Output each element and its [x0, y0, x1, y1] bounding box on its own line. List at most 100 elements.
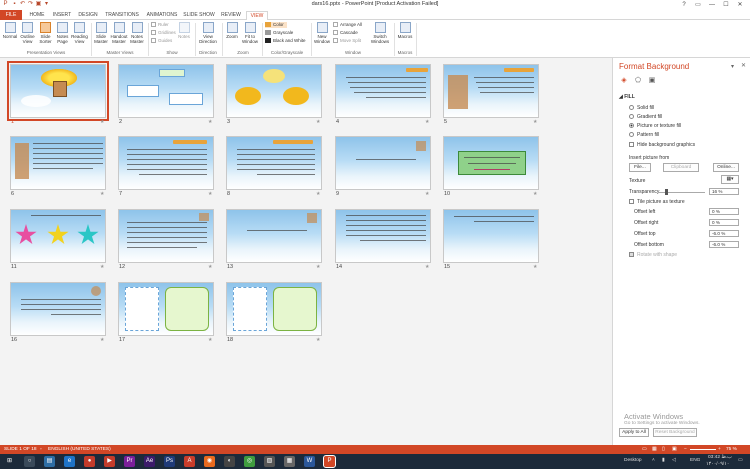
guides-checkbox[interactable]: Guides — [151, 38, 172, 44]
slide-thumbnail[interactable] — [443, 64, 539, 118]
picture-fill-radio[interactable]: Picture or texture fill — [629, 123, 681, 129]
ribbon-display-icon[interactable]: ▭ — [692, 0, 704, 10]
slide-thumbnail[interactable] — [226, 282, 322, 336]
macros-button[interactable]: Macros — [397, 22, 413, 39]
tab-slide-show[interactable]: SLIDE SHOW — [182, 11, 216, 20]
premiere-icon[interactable]: Pr — [124, 456, 135, 467]
slide-thumbnail[interactable] — [443, 136, 539, 190]
language-status[interactable]: ENGLISH (UNITED STATES) — [48, 445, 111, 454]
arrange-all-button[interactable]: Arrange All — [333, 22, 362, 28]
tab-review[interactable]: REVIEW — [218, 11, 244, 20]
normal-view-status-icon[interactable]: ▭ — [642, 445, 647, 454]
app-icon[interactable]: ▧ — [264, 456, 275, 467]
slide-thumbnail[interactable] — [335, 64, 431, 118]
rotate-with-shape-checkbox[interactable]: Rotate with shape — [629, 252, 677, 258]
color-mode-button[interactable]: Color — [265, 22, 287, 28]
language-indicator[interactable]: ENG — [690, 458, 700, 463]
transparency-input[interactable]: 16 % — [709, 188, 739, 195]
slide-thumbnail[interactable] — [118, 282, 214, 336]
picture-icon[interactable]: ▣ — [647, 76, 657, 85]
app-icon[interactable]: ◐ — [224, 456, 235, 467]
fill-section-header[interactable]: ◢ FILL — [619, 94, 635, 100]
after-effects-icon[interactable]: Ae — [144, 456, 155, 467]
file-explorer-icon[interactable]: ▤ — [44, 456, 55, 467]
solid-fill-radio[interactable]: Solid fill — [629, 105, 654, 111]
app-icon[interactable]: ▦ — [284, 456, 295, 467]
chrome-icon[interactable]: ◎ — [244, 456, 255, 467]
app-icon[interactable]: ▶ — [104, 456, 115, 467]
pattern-fill-radio[interactable]: Pattern fill — [629, 132, 659, 138]
grayscale-button[interactable]: Grayscale — [265, 30, 293, 36]
notes-master-button[interactable]: Notes Master — [129, 22, 145, 44]
minimize-button[interactable]: — — [706, 0, 718, 10]
offset-right-input[interactable]: 0 % — [709, 219, 739, 226]
tab-design[interactable]: DESIGN — [76, 11, 100, 20]
offset-bottom-input[interactable]: -6.0 % — [709, 241, 739, 248]
zoom-in-icon[interactable]: + — [718, 445, 721, 454]
reading-view-button[interactable]: Reading View — [71, 22, 88, 44]
gradient-fill-radio[interactable]: Gradient fill — [629, 114, 662, 120]
gridlines-checkbox[interactable]: Gridlines — [151, 30, 176, 36]
black-white-button[interactable]: Black and White — [265, 38, 306, 44]
ruler-checkbox[interactable]: Ruler — [151, 22, 169, 28]
hide-graphics-checkbox[interactable]: Hide background graphics — [629, 142, 695, 148]
texture-picker[interactable]: ▦▾ — [721, 175, 739, 184]
online-button[interactable]: Online... — [713, 163, 739, 172]
maximize-button[interactable]: ☐ — [720, 0, 732, 10]
slide-thumbnail[interactable] — [118, 136, 214, 190]
reset-background-button[interactable]: Reset Background — [653, 428, 697, 437]
tab-animations[interactable]: ANIMATIONS — [144, 11, 180, 20]
zoom-level[interactable]: 75 % — [726, 445, 737, 454]
slide-thumbnail[interactable] — [10, 209, 106, 263]
slide-thumbnail[interactable] — [226, 64, 322, 118]
new-window-button[interactable]: New Window — [313, 22, 331, 44]
tab-home[interactable]: HOME — [26, 11, 48, 20]
clock-time[interactable]: 03:42 ب.ظ — [708, 455, 732, 460]
clipboard-button[interactable]: Clipboard — [663, 163, 699, 172]
slide-sorter-button[interactable]: Slide Sorter — [37, 22, 54, 44]
switch-windows-button[interactable]: Switch Windows — [369, 22, 391, 44]
offset-top-input[interactable]: -6.0 % — [709, 230, 739, 237]
slide-master-button[interactable]: Slide Master — [93, 22, 109, 44]
slide-thumbnail[interactable] — [335, 209, 431, 263]
zoom-button[interactable]: Zoom — [225, 22, 239, 39]
effects-icon[interactable]: ⬠ — [633, 76, 643, 85]
notes-page-button[interactable]: Notes Page — [55, 22, 70, 44]
clock-date[interactable]: ۱۴۰۰/۰۹/۱۰ — [706, 462, 729, 467]
app-icon[interactable]: ● — [84, 456, 95, 467]
tile-picture-checkbox[interactable]: Tile picture as texture — [629, 199, 685, 205]
photoshop-icon[interactable]: Ps — [164, 456, 175, 467]
zoom-slider[interactable] — [690, 449, 716, 450]
slideshow-status-icon[interactable]: ▣ — [672, 445, 677, 454]
apply-to-all-button[interactable]: Apply to All — [619, 428, 649, 437]
desktop-label[interactable]: Desktop — [624, 458, 642, 463]
notes-button[interactable]: Notes — [177, 22, 191, 39]
slide-thumbnail[interactable] — [118, 209, 214, 263]
slide-thumbnail[interactable] — [118, 64, 214, 118]
close-button[interactable]: ✕ — [734, 0, 746, 10]
outline-view-button[interactable]: Outline View — [19, 22, 36, 44]
network-icon[interactable]: ▮ — [662, 458, 665, 463]
view-direction-button[interactable]: View Direction — [197, 22, 219, 44]
pdf-icon[interactable]: A — [184, 456, 195, 467]
notifications-icon[interactable]: ▭ — [738, 458, 743, 463]
slide-thumbnail[interactable] — [7, 61, 109, 121]
volume-icon[interactable]: ◁ — [672, 458, 676, 463]
fit-to-window-button[interactable]: Fit to Window — [240, 22, 260, 44]
slide-thumbnail[interactable] — [10, 136, 106, 190]
word-icon[interactable]: W — [304, 456, 315, 467]
powerpoint-taskbar-icon[interactable]: P — [323, 455, 336, 468]
tab-file[interactable]: FILE — [0, 10, 22, 20]
edge-icon[interactable]: e — [64, 456, 75, 467]
cortana-icon[interactable]: ○ — [24, 456, 35, 467]
start-icon[interactable]: ⊞ — [4, 456, 15, 467]
cascade-button[interactable]: Cascade — [333, 30, 358, 36]
firefox-icon[interactable]: ◉ — [204, 456, 215, 467]
pane-close-icon[interactable]: ✕ — [741, 62, 746, 69]
help-icon[interactable]: ? — [678, 0, 690, 10]
proofing-icon[interactable]: ▫ — [40, 445, 42, 454]
tab-insert[interactable]: INSERT — [50, 11, 74, 20]
normal-view-button[interactable]: Normal — [2, 22, 18, 39]
slide-thumbnail[interactable] — [226, 209, 322, 263]
file-button[interactable]: File... — [629, 163, 651, 172]
